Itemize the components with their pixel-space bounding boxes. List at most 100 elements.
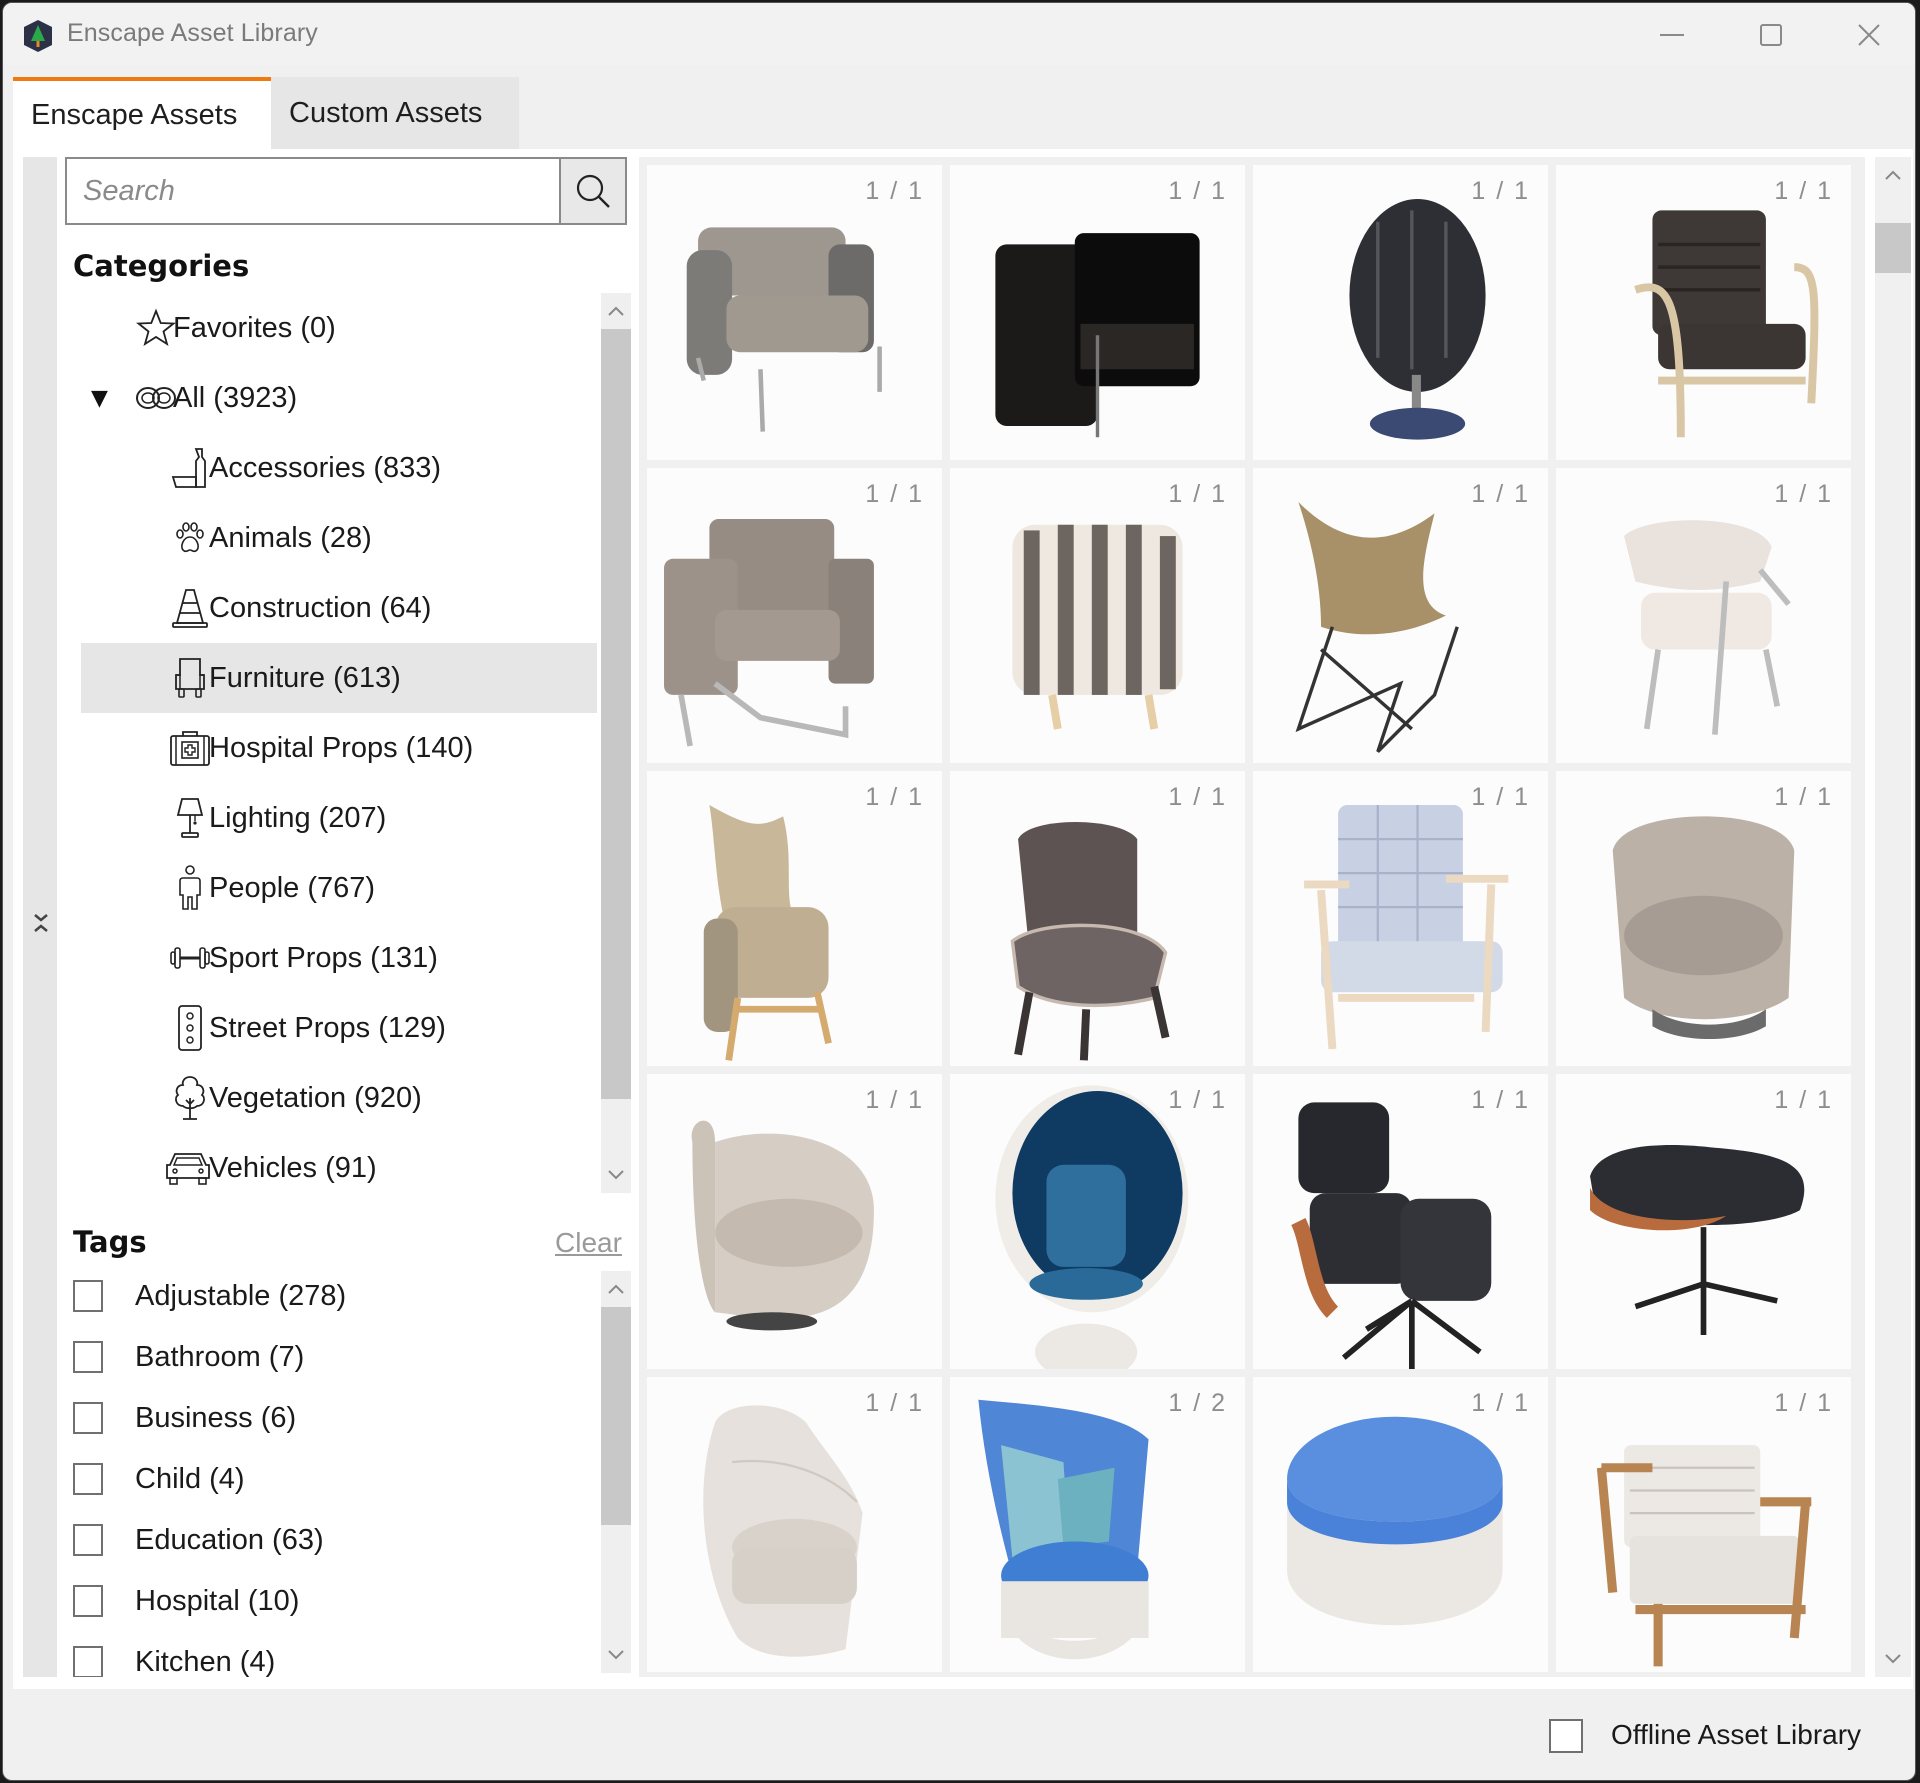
category-label: Vegetation (920): [209, 1081, 422, 1114]
paw-icon: [167, 515, 213, 561]
category-label: Sport Props (131): [209, 941, 438, 974]
tag-checkbox[interactable]: [73, 1402, 103, 1434]
scroll-up-button[interactable]: [601, 293, 631, 329]
category-vegetation[interactable]: Vegetation (920): [65, 1063, 597, 1133]
variant-count: 1 / 1: [1774, 783, 1833, 811]
asset-card[interactable]: 1 / 1: [950, 771, 1245, 1066]
asset-card[interactable]: 1 / 1: [1556, 1377, 1851, 1672]
asset-thumbnail: [686, 227, 882, 432]
asset-thumbnail: [1624, 520, 1791, 735]
tag-checkbox[interactable]: [73, 1280, 103, 1312]
asset-card[interactable]: 1 / 1: [647, 771, 942, 1066]
category-construction[interactable]: Construction (64): [65, 573, 597, 643]
category-lighting[interactable]: Lighting (207): [65, 783, 597, 853]
chevron-up-icon: [608, 306, 624, 316]
category-scrollbar[interactable]: [601, 293, 631, 1193]
tag-item-business[interactable]: Business (6): [73, 1393, 296, 1443]
scrollbar-thumb[interactable]: [601, 329, 631, 1099]
asset-card[interactable]: 1 / 1: [950, 165, 1245, 460]
asset-card[interactable]: 1 / 1: [1556, 771, 1851, 1066]
traffic-cone-icon: [167, 585, 213, 631]
asset-card[interactable]: 1 / 1: [1253, 771, 1548, 1066]
person-icon: [167, 865, 213, 911]
chevron-down-icon: [608, 1170, 624, 1180]
category-vehicles[interactable]: Vehicles (91): [65, 1133, 597, 1193]
asset-card[interactable]: 1 / 1: [1556, 1074, 1851, 1369]
tag-checkbox[interactable]: [73, 1585, 103, 1617]
expand-caret-icon[interactable]: ▼: [91, 386, 111, 411]
chevron-down-icon: [608, 1650, 624, 1660]
category-all[interactable]: ▼ All (3923): [65, 363, 597, 433]
tag-scrollbar[interactable]: [601, 1271, 631, 1673]
chevron-up-icon: [608, 1284, 624, 1294]
asset-thumbnail: [1012, 524, 1183, 730]
asset-card[interactable]: 1 / 1: [647, 165, 942, 460]
asset-thumbnail: [1590, 1144, 1805, 1335]
tag-label: Bathroom (7): [135, 1340, 305, 1373]
scroll-up-button[interactable]: [1875, 157, 1911, 193]
search-input[interactable]: [67, 159, 559, 223]
category-accessories[interactable]: Accessories (833): [65, 433, 597, 503]
asset-thumbnail: [1612, 816, 1795, 1040]
asset-card[interactable]: 1 / 2: [950, 1377, 1245, 1672]
tag-checkbox[interactable]: [73, 1341, 103, 1373]
asset-card[interactable]: 1 / 1: [1253, 165, 1548, 460]
asset-thumbnail: [1295, 502, 1459, 753]
scroll-up-button[interactable]: [601, 1271, 631, 1307]
scrollbar-thumb[interactable]: [1875, 223, 1911, 273]
asset-card[interactable]: 1 / 1: [647, 1377, 942, 1672]
chevron-up-icon: [1885, 170, 1901, 180]
tag-item-bathroom[interactable]: Bathroom (7): [73, 1332, 304, 1382]
asset-card[interactable]: 1 / 1: [950, 468, 1245, 763]
asset-thumbnail: [703, 805, 832, 1061]
collapse-chevrons-icon: [34, 914, 48, 932]
category-label: Favorites (0): [173, 311, 336, 344]
asset-card[interactable]: 1 / 1: [1556, 468, 1851, 763]
category-hospital-props[interactable]: Hospital Props (140): [65, 713, 597, 783]
category-people[interactable]: People (767): [65, 853, 597, 923]
maximize-icon: [1760, 24, 1782, 46]
close-button[interactable]: [1839, 13, 1899, 57]
asset-card[interactable]: 1 / 1: [647, 468, 942, 763]
tag-item-kitchen[interactable]: Kitchen (4): [73, 1637, 275, 1677]
scrollbar-thumb[interactable]: [601, 1307, 631, 1525]
asset-thumbnail: [1291, 1102, 1492, 1369]
category-furniture[interactable]: Furniture (613): [81, 643, 597, 713]
search-button[interactable]: [559, 159, 625, 223]
minimize-icon: [1660, 34, 1684, 36]
offline-library-checkbox[interactable]: [1549, 1719, 1583, 1753]
sidebar-collapse-toggle[interactable]: [23, 157, 57, 1677]
asset-grid-scrollbar[interactable]: [1875, 157, 1911, 1677]
category-street-props[interactable]: Street Props (129): [65, 993, 597, 1063]
scroll-down-button[interactable]: [1875, 1641, 1911, 1677]
tab-enscape-assets[interactable]: Enscape Assets: [13, 77, 271, 149]
asset-card[interactable]: 1 / 1: [647, 1074, 942, 1369]
tag-item-hospital[interactable]: Hospital (10): [73, 1576, 299, 1626]
clear-tags-link[interactable]: Clear: [555, 1227, 622, 1259]
asset-grid: 1 / 1 1 / 1 1 / 1 1 / 1 1 / 1 1 / 1 1 / 1 1 / 1…: [647, 165, 1851, 1672]
category-animals[interactable]: Animals (28): [65, 503, 597, 573]
tag-checkbox[interactable]: [73, 1463, 103, 1495]
tag-item-child[interactable]: Child (4): [73, 1454, 245, 1504]
maximize-button[interactable]: [1741, 13, 1801, 57]
scroll-down-button[interactable]: [601, 1157, 631, 1193]
asset-card[interactable]: 1 / 1: [1253, 1377, 1548, 1672]
scroll-down-button[interactable]: [601, 1637, 631, 1673]
asset-thumbnail: [995, 233, 1200, 438]
offline-library-label[interactable]: Offline Asset Library: [1611, 1719, 1861, 1751]
tag-checkbox[interactable]: [73, 1646, 103, 1677]
tag-item-education[interactable]: Education (63): [73, 1515, 324, 1565]
asset-card[interactable]: 1 / 1: [1556, 165, 1851, 460]
minimize-button[interactable]: [1643, 13, 1703, 57]
category-favorites[interactable]: Favorites (0): [65, 293, 597, 363]
asset-card[interactable]: 1 / 1: [1253, 1074, 1548, 1369]
asset-card[interactable]: 1 / 1: [1253, 468, 1548, 763]
tab-custom-assets[interactable]: Custom Assets: [271, 77, 519, 149]
asset-card[interactable]: 1 / 1: [950, 1074, 1245, 1369]
tags-heading: Tags: [73, 1225, 147, 1259]
variant-count: 1 / 1: [865, 480, 924, 508]
category-sport-props[interactable]: Sport Props (131): [65, 923, 597, 993]
tag-item-adjustable[interactable]: Adjustable (278): [73, 1271, 346, 1321]
variant-count: 1 / 1: [1471, 1389, 1530, 1417]
tag-checkbox[interactable]: [73, 1524, 103, 1556]
